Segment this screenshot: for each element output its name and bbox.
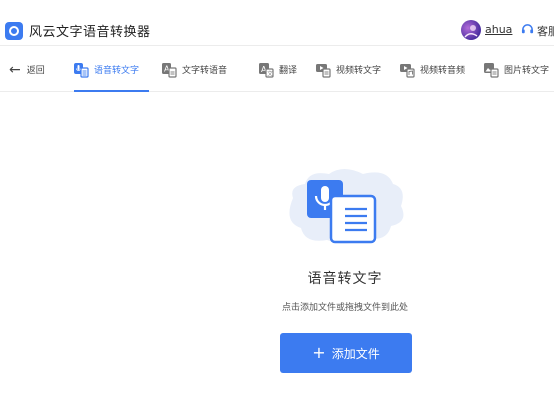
user-name-link[interactable]: ahua [485, 23, 512, 36]
tab-video-to-text[interactable]: 视频转文字 [316, 47, 381, 92]
tab-translate[interactable]: A 文 翻译 [259, 47, 297, 92]
title-bar: 风云文字语音转换器 ahua 客服 [0, 0, 554, 46]
app-title: 风云文字语音转换器 [29, 25, 151, 40]
headset-icon[interactable] [521, 23, 534, 36]
drop-hint: 点击添加文件或拖拽文件到此处 [281, 303, 408, 313]
user-avatar[interactable] [461, 20, 481, 40]
tab-label: 视频转文字 [336, 66, 382, 76]
tab-image-to-text[interactable]: 图片转文字 [484, 47, 549, 92]
video-to-text-icon [316, 63, 331, 78]
tab-label: 图片转文字 [504, 66, 550, 76]
voice-to-text-icon [74, 62, 89, 78]
app-logo-icon [5, 22, 23, 40]
tab-video-to-audio[interactable]: 视频转音频 [400, 47, 465, 92]
back-arrow-icon: ← [9, 61, 21, 78]
page-heading: 语音转文字 [307, 271, 383, 287]
back-label: 返回 [26, 66, 45, 76]
add-file-button[interactable]: + 添加文件 [280, 333, 412, 373]
tab-label: 视频转音频 [420, 66, 466, 76]
customer-service-link[interactable]: 客服 [537, 23, 554, 39]
video-to-audio-icon [400, 63, 415, 78]
tool-tab-bar: ← 返回 语音转文字 A 文字转语音 A 文 翻译 视频转文字 视频转音频 图片… [0, 47, 554, 92]
tab-text-to-voice[interactable]: A 文字转语音 [162, 47, 227, 92]
tab-label: 翻译 [279, 66, 298, 76]
voice-to-text-illustration-icon [289, 169, 404, 244]
tab-label: 文字转语音 [182, 66, 228, 76]
text-to-voice-icon: A [162, 62, 177, 78]
plus-icon: + [312, 343, 326, 362]
image-to-text-icon [484, 62, 499, 78]
translate-icon: A 文 [259, 62, 274, 78]
tab-label: 语音转文字 [94, 66, 140, 76]
tab-voice-to-text[interactable]: 语音转文字 [74, 47, 150, 92]
back-button[interactable]: ← 返回 [9, 47, 45, 92]
svg-text:文: 文 [267, 69, 273, 77]
add-file-label: 添加文件 [331, 346, 380, 361]
